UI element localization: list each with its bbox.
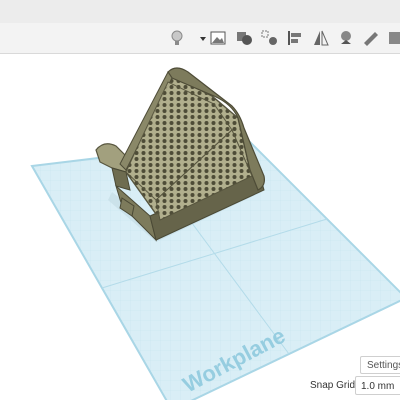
snap-grid-label: Snap Grid [310,380,356,391]
align-icon[interactable] [285,28,305,48]
cruise-icon[interactable] [336,28,356,48]
ruler-icon[interactable] [361,28,381,48]
notes-icon[interactable] [386,28,400,48]
group-shapes-icon[interactable] [234,28,254,48]
snap-grid-select[interactable]: 1.0 mm [355,376,400,395]
mirror-icon[interactable] [311,28,331,48]
import-image-icon[interactable] [208,28,228,48]
dropdown-caret-icon[interactable] [193,28,206,48]
ungroup-shapes-icon[interactable] [259,28,279,48]
settings-button[interactable]: Settings [360,356,400,374]
lightbulb-icon[interactable] [167,28,187,48]
3d-viewport[interactable]: Workplane [0,54,400,400]
title-bar [0,0,400,24]
toolbar [0,23,400,54]
